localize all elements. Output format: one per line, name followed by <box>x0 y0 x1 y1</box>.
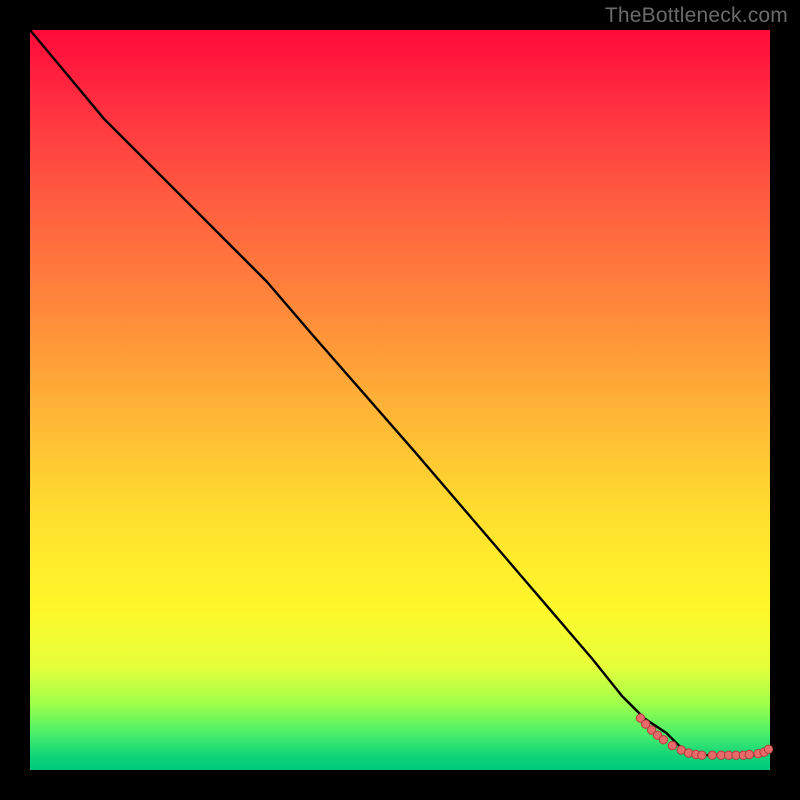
marker-point <box>668 741 676 749</box>
marker-point <box>745 750 753 758</box>
plot-overlay <box>30 30 770 770</box>
chart-stage: TheBottleneck.com <box>0 0 800 800</box>
marker-point <box>659 736 667 744</box>
credit-label: TheBottleneck.com <box>605 4 788 28</box>
marker-point <box>764 745 772 753</box>
marker-point <box>708 751 716 759</box>
marker-point <box>698 751 706 759</box>
bottleneck-curve <box>30 30 770 755</box>
marker-cluster <box>636 714 772 759</box>
plot-area <box>30 30 770 770</box>
